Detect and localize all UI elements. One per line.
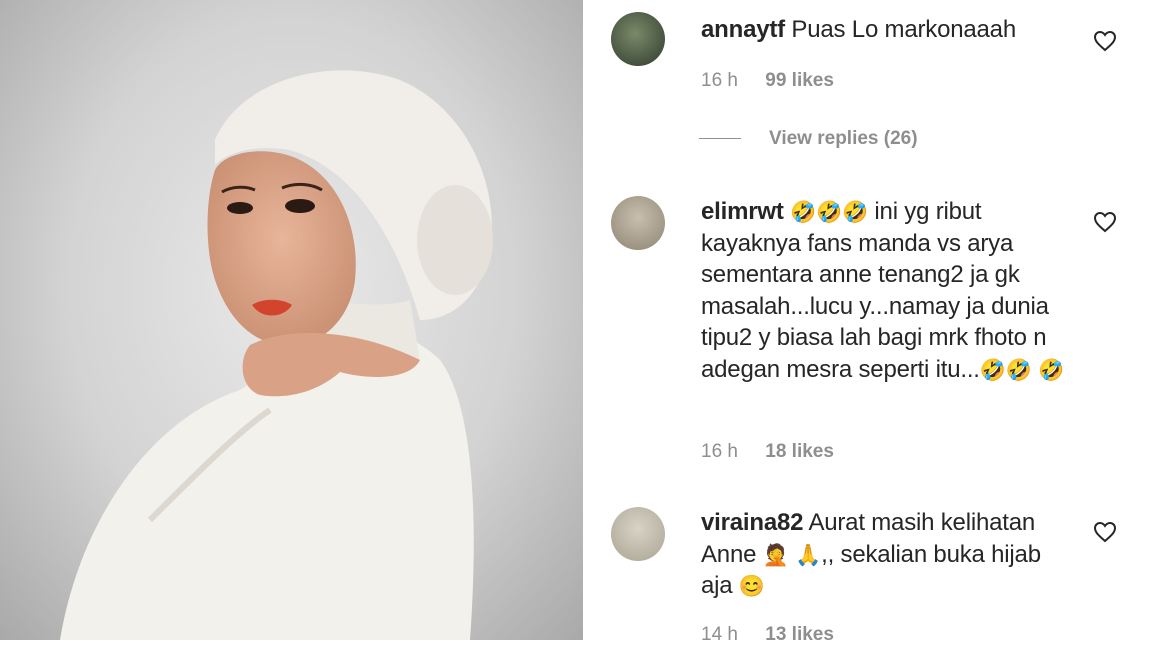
post-photo <box>0 0 583 640</box>
view-replies-label: View replies (26) <box>769 128 918 149</box>
comment-time: 16 h <box>701 441 738 462</box>
view-replies-button[interactable]: View replies (26) <box>699 128 918 150</box>
laughing-emoji-icon: 🤣 <box>790 201 817 224</box>
portrait-illustration <box>60 70 493 640</box>
laughing-emoji-icon: 🤣 <box>842 201 868 224</box>
comment-likes[interactable]: 99 likes <box>765 70 834 91</box>
comment-likes[interactable]: 18 likes <box>765 441 834 462</box>
avatar[interactable] <box>611 196 665 250</box>
heart-icon[interactable] <box>1093 211 1117 233</box>
replies-line <box>699 138 741 140</box>
comment-time: 16 h <box>701 70 738 91</box>
laughing-emoji-icon: 🤣 <box>816 201 842 224</box>
comment-likes[interactable]: 13 likes <box>765 624 834 645</box>
comment-meta: 16 h 18 likes <box>701 441 856 463</box>
facepalm-emoji-icon: 🤦 <box>762 543 789 567</box>
comments-panel: annaytf Puas Lo markonaaah 16 h 99 likes… <box>587 0 1164 645</box>
comment-time: 14 h <box>701 624 738 645</box>
laughing-emoji-icon: 🤣 <box>979 358 1006 382</box>
comment-text: Puas Lo markonaaah <box>791 16 1016 43</box>
laughing-emoji-icon: 🤣 <box>1038 358 1065 382</box>
comment-body: viraina82 Aurat masih kelihatan Anne 🤦 🙏… <box>701 507 1071 602</box>
avatar[interactable] <box>611 12 665 66</box>
comment-username[interactable]: elimrwt <box>701 198 784 225</box>
comment-username[interactable]: viraina82 <box>701 509 803 536</box>
laughing-emoji-icon: 🤣 <box>1005 358 1032 382</box>
comment-username[interactable]: annaytf <box>701 16 785 43</box>
comment-meta: 14 h 13 likes <box>701 624 856 646</box>
comment-meta: 16 h 99 likes <box>701 70 856 92</box>
heart-icon[interactable] <box>1093 521 1117 543</box>
comment-body: elimrwt 🤣🤣🤣 ini yg ribut kayaknya fans m… <box>701 196 1071 385</box>
pray-emoji-icon: 🙏 <box>795 543 822 567</box>
smile-emoji-icon: 😊 <box>738 575 765 598</box>
comment-text: ini yg ribut kayaknya fans manda vs arya… <box>701 198 1049 383</box>
comment-body: annaytf Puas Lo markonaaah <box>701 14 1071 46</box>
heart-icon[interactable] <box>1093 30 1117 52</box>
avatar[interactable] <box>611 507 665 561</box>
